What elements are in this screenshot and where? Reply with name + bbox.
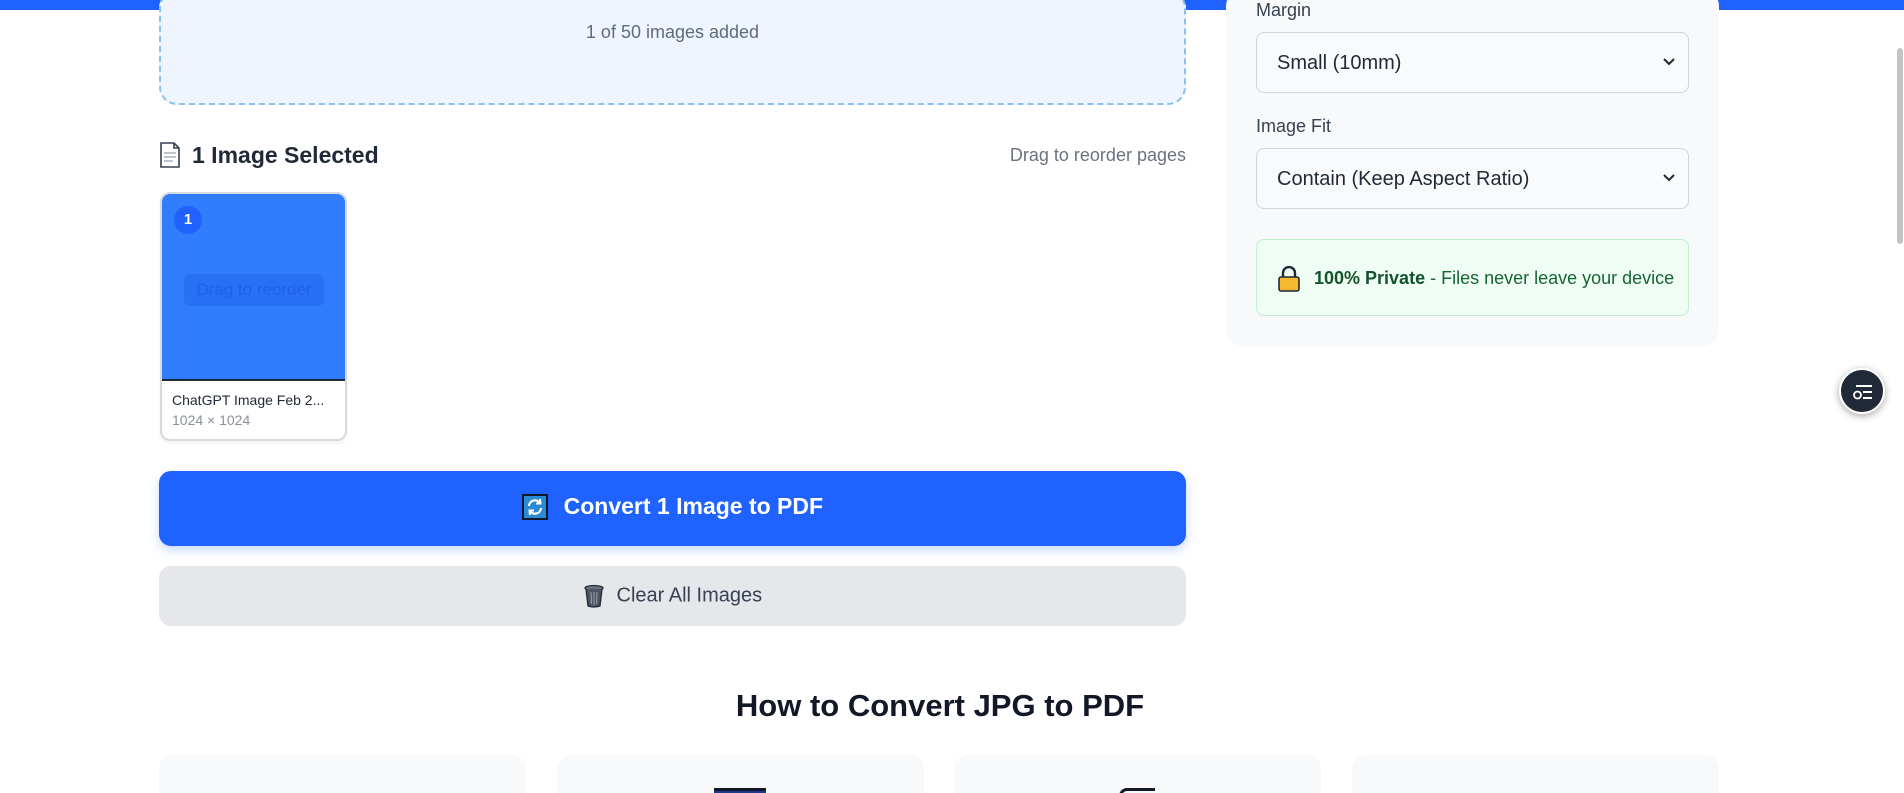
howto-step-card [557, 755, 924, 793]
floating-menu-button[interactable] [1839, 368, 1885, 414]
arrows-icon [1119, 788, 1155, 793]
margin-label: Margin [1256, 0, 1312, 20]
page-number-badge: 1 [174, 206, 202, 234]
upload-dropzone[interactable]: 1 of 50 images added [159, 0, 1186, 105]
privacy-detail-text: - Files never leave your device [1425, 268, 1675, 288]
document-icon [160, 142, 180, 168]
convert-button-label: Convert 1 Image to PDF [563, 493, 824, 519]
drag-to-reorder-overlay[interactable]: Drag to reorder [184, 274, 324, 306]
margin-select-value: Small (10mm) [1277, 52, 1402, 74]
monitor-icon [714, 788, 766, 793]
reorder-hint: Drag to reorder pages [1009, 145, 1186, 165]
clear-button-label: Clear All Images [616, 584, 763, 607]
howto-step-card [159, 755, 526, 793]
thumbnail-dimensions: 1024 × 1024 [172, 412, 251, 428]
image-fit-select-value: Contain (Keep Aspect Ratio) [1277, 168, 1530, 190]
howto-heading: How to Convert JPG to PDF [735, 688, 1145, 723]
chevron-down-icon [1663, 174, 1675, 182]
thumbnail-divider [162, 379, 345, 381]
convert-icon [521, 493, 548, 520]
convert-to-pdf-button[interactable]: Convert 1 Image to PDF [159, 471, 1186, 546]
howto-step-card [1352, 755, 1719, 793]
privacy-text: 100% Private - Files never leave your de… [1314, 268, 1674, 289]
privacy-notice: 100% Private - Files never leave your de… [1256, 239, 1689, 316]
thumbnail-filename: ChatGPT Image Feb 2... [172, 392, 325, 408]
chevron-down-icon [1663, 58, 1675, 66]
trash-icon [584, 584, 604, 608]
margin-select[interactable]: Small (10mm) [1256, 32, 1689, 93]
image-thumbnail-card[interactable]: 1 Drag to reorder ChatGPT Image Feb 2...… [160, 192, 347, 441]
page-scrollbar-thumb[interactable] [1897, 48, 1903, 244]
privacy-strong-text: 100% Private [1314, 268, 1426, 288]
lock-icon [1278, 266, 1300, 292]
howto-step-card [954, 755, 1321, 793]
image-fit-select[interactable]: Contain (Keep Aspect Ratio) [1256, 148, 1689, 209]
clear-all-images-button[interactable]: Clear All Images [159, 566, 1186, 626]
menu-settings-icon [1853, 385, 1872, 400]
image-fit-label: Image Fit [1256, 116, 1332, 136]
selected-header: 1 Image Selected Drag to reorder pages [159, 140, 1186, 170]
image-count-text: 1 of 50 images added [585, 22, 760, 42]
selected-title: 1 Image Selected [192, 142, 379, 168]
